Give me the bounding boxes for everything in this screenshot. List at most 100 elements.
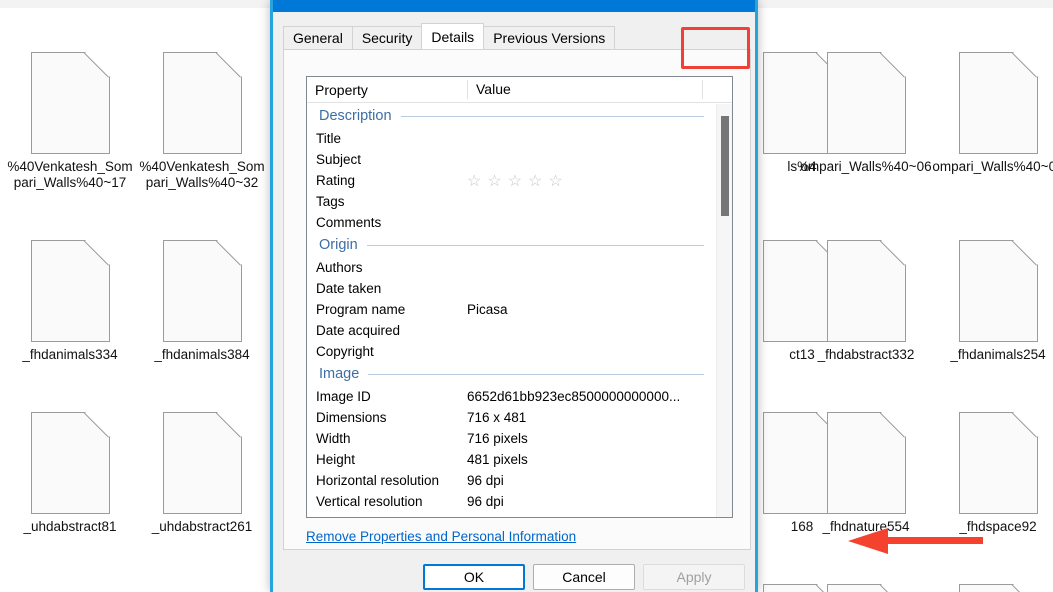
file-item[interactable]: _fhdanimals334 [4, 240, 136, 363]
file-item[interactable]: _fhdanimals384 [136, 240, 268, 363]
property-row[interactable]: Image ID 6652d61bb923ec8500000000000... [307, 386, 716, 407]
property-name: Height [316, 452, 356, 467]
file-item[interactable]: ompari_Walls%40~07 [932, 52, 1053, 175]
file-item[interactable]: _uhdabstract81 [4, 412, 136, 535]
tab-details[interactable]: Details [421, 23, 485, 49]
dialog-tab-strip[interactable]: General Security Details Previous Versions [283, 23, 616, 49]
column-header-property: Property [315, 81, 368, 98]
page-fold-corner-icon [1012, 240, 1038, 266]
property-group-header: Description [307, 104, 716, 128]
cancel-button[interactable]: Cancel [533, 564, 635, 590]
file-label: _uhdabstract81 [23, 519, 117, 534]
page-fold-corner-icon [84, 240, 110, 266]
property-value: 481 pixels [467, 452, 528, 467]
file-item[interactable]: _fhdanimals254 [932, 240, 1053, 363]
button-label: Cancel [562, 569, 606, 585]
property-row[interactable]: Authors [307, 257, 716, 278]
dialog-footer-buttons[interactable]: OK Cancel Apply [423, 564, 745, 590]
scrollbar-thumb[interactable] [721, 116, 729, 216]
property-name: Date acquired [316, 323, 401, 338]
file-label: ompari_Walls%40~06 [800, 159, 932, 174]
file-item[interactable]: _fhdnature554 [800, 412, 932, 535]
tab-general[interactable]: General [283, 26, 353, 49]
property-row[interactable]: Subject [307, 149, 716, 170]
tab-label: Details [431, 28, 475, 45]
property-list-scrollbar[interactable] [716, 104, 732, 517]
property-name: Dimensions [316, 410, 387, 425]
file-document-icon [958, 412, 1038, 514]
apply-button: Apply [643, 564, 745, 590]
rating-stars-icon[interactable]: ☆☆☆☆☆ [467, 173, 569, 190]
tab-label: Previous Versions [493, 30, 606, 46]
file-label: %40Venkatesh_Sompari_Walls%40~32 [139, 159, 265, 190]
property-row[interactable]: Rating ☆☆☆☆☆ [307, 170, 716, 191]
property-row[interactable]: Width 716 pixels [307, 428, 716, 449]
file-label: _fhdanimals334 [22, 347, 118, 362]
property-group-header: Origin [307, 233, 716, 257]
remove-properties-link[interactable]: Remove Properties and Personal Informati… [306, 529, 576, 544]
property-row[interactable]: Height 481 pixels [307, 449, 716, 470]
dialog-title-bar [273, 0, 755, 12]
property-group-divider [400, 115, 704, 117]
property-value: Picasa [467, 302, 508, 317]
property-name: Width [316, 431, 351, 446]
file-label: _uhdabstract261 [151, 519, 253, 534]
file-item[interactable]: %40Venkatesh_Sompari_Walls%40~17 [4, 52, 136, 191]
file-document-icon [30, 412, 110, 514]
button-label: Apply [676, 569, 712, 585]
ok-button[interactable]: OK [423, 564, 525, 590]
property-row[interactable]: Dimensions 716 x 481 [307, 407, 716, 428]
property-list-header: Property Value [307, 77, 732, 103]
property-row[interactable]: Horizontal resolution 96 dpi [307, 470, 716, 491]
file-document-icon [826, 52, 906, 154]
property-list[interactable]: Property Value Description Title Subject Ra… [306, 76, 733, 518]
property-row[interactable]: Title [307, 128, 716, 149]
file-item[interactable]: _fhdabstract332 [800, 240, 932, 363]
file-document-icon [30, 52, 110, 154]
file-item[interactable]: _uhdabstract261 [136, 412, 268, 535]
property-group-label: Origin [319, 237, 358, 253]
property-row[interactable]: Tags [307, 191, 716, 212]
property-row[interactable]: Vertical resolution 96 dpi [307, 491, 716, 512]
page-fold-corner-icon [1012, 412, 1038, 438]
file-label: _fhdanimals384 [154, 347, 250, 362]
property-row[interactable]: Date acquired [307, 320, 716, 341]
page-fold-corner-icon [84, 52, 110, 78]
file-item[interactable]: _fhdspace92 [932, 412, 1053, 535]
file-document-icon [30, 240, 110, 342]
file-item[interactable]: _uhdanimals355 [800, 584, 932, 592]
tab-previous-versions[interactable]: Previous Versions [483, 26, 616, 49]
file-label: _fhdspace92 [959, 519, 1037, 534]
file-label: _fhdanimals254 [950, 347, 1046, 362]
file-item[interactable]: %40Venkatesh_Sompari_Walls%40~32 [136, 52, 268, 191]
property-row[interactable]: Date taken [307, 278, 716, 299]
file-label: _fhdabstract332 [817, 347, 915, 362]
property-group-label: Image [319, 366, 360, 382]
property-name: Image ID [316, 389, 371, 404]
file-document-icon [958, 52, 1038, 154]
tab-label: General [293, 30, 343, 46]
property-rows-container: Description Title Subject Rating ☆☆☆☆☆ Tags Co… [307, 104, 716, 517]
property-name: Comments [316, 215, 382, 230]
page-fold-corner-icon [880, 240, 906, 266]
property-name: Subject [316, 152, 362, 167]
page-fold-corner-icon [880, 584, 906, 592]
property-value: ☆☆☆☆☆ [467, 171, 716, 191]
property-value: 96 dpi [467, 494, 504, 509]
property-name: Tags [316, 194, 345, 209]
property-name: Vertical resolution [316, 494, 423, 509]
property-row[interactable]: Comments [307, 212, 716, 233]
page-fold-corner-icon [216, 52, 242, 78]
property-name: Date taken [316, 281, 382, 296]
file-document-icon [958, 240, 1038, 342]
file-item[interactable]: _uhdanimals584 [932, 584, 1053, 592]
tab-security[interactable]: Security [351, 26, 423, 49]
button-label: OK [463, 569, 485, 585]
file-document-icon [826, 584, 906, 592]
screenshot-root: %40Venkatesh_Sompari_Walls%40~17 %40Venka… [0, 0, 1053, 592]
property-row[interactable]: Program name Picasa [307, 299, 716, 320]
file-item[interactable]: ompari_Walls%40~06 [800, 52, 932, 175]
property-group-label: Description [319, 108, 392, 124]
property-group-header: Image [307, 362, 716, 386]
property-row[interactable]: Copyright [307, 341, 716, 362]
